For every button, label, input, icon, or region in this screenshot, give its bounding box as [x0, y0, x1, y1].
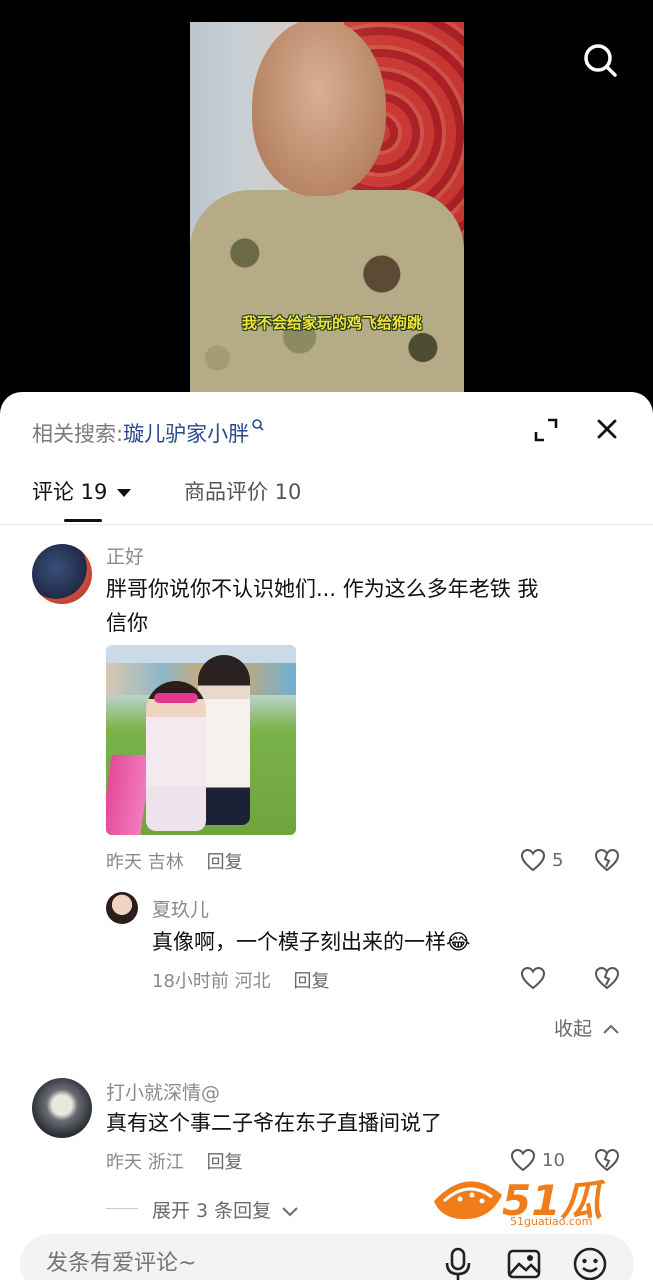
avatar[interactable] — [106, 892, 138, 924]
video-player[interactable]: 我不会给家玩的鸡飞给狗跳 — [0, 0, 653, 420]
related-search-link[interactable]: 璇儿驴家小胖 — [123, 419, 267, 446]
reply-meta: 18小时前 河北 回复 — [152, 971, 330, 992]
chevron-down-icon — [117, 489, 132, 497]
avatar[interactable] — [32, 1078, 92, 1138]
comment-input[interactable] — [44, 1250, 428, 1277]
comment-text: 真有这个事二子爷在东子直播间说了 — [106, 1111, 442, 1135]
comment-meta: 昨天 吉林 回复 — [106, 852, 243, 873]
microphone-icon[interactable] — [440, 1246, 476, 1280]
divider — [0, 524, 653, 525]
tab-product-reviews[interactable]: 商品评价 10 — [184, 476, 301, 506]
comment-meta: 昨天 浙江 回复 — [106, 1152, 243, 1173]
close-icon[interactable] — [592, 414, 622, 444]
related-search-label: 相关搜索: — [32, 422, 124, 446]
avatar[interactable] — [32, 544, 92, 604]
chevron-up-icon — [603, 1024, 619, 1034]
comment-panel: 相关搜索:璇儿驴家小胖 评论 19 商品评价 10 正好 胖哥你说你不认识她们.… — [0, 392, 653, 1280]
comment-text: 胖哥你说你不认识她们... 作为这么多年老铁 我 信你 — [106, 577, 539, 635]
heart-icon — [520, 848, 546, 872]
like-button[interactable]: 5 — [520, 848, 563, 872]
related-search: 相关搜索:璇儿驴家小胖 — [32, 418, 267, 448]
video-person-torso — [190, 190, 464, 392]
laughing-emoji: 😂 — [446, 930, 471, 954]
dislike-icon[interactable] — [594, 966, 620, 990]
tab-comments[interactable]: 评论 19 — [32, 476, 132, 506]
video-caption: 我不会给家玩的鸡飞给狗跳 — [241, 314, 422, 332]
emoji-icon[interactable] — [572, 1246, 608, 1280]
divider — [106, 1208, 138, 1209]
video-frame: 我不会给家玩的鸡飞给狗跳 — [190, 22, 464, 392]
chevron-down-icon — [282, 1207, 298, 1217]
melon-logo-icon — [434, 1181, 502, 1220]
video-person-head — [252, 22, 386, 196]
search-small-icon — [252, 419, 264, 431]
reply-button[interactable]: 回复 — [207, 852, 243, 873]
reply-username[interactable]: 夏玖儿 — [152, 895, 209, 922]
tab-active-indicator — [64, 519, 102, 522]
dislike-icon[interactable] — [594, 848, 620, 872]
reply-button[interactable]: 回复 — [207, 1152, 243, 1173]
heart-icon — [520, 966, 546, 990]
comment-username[interactable]: 正好 — [106, 542, 144, 569]
comment-username[interactable]: 打小就深情@ — [106, 1078, 220, 1105]
watermark-url: 51guatiao.com — [510, 1215, 593, 1228]
collapse-replies-button[interactable]: 收起 — [554, 1014, 620, 1041]
watermark-logo: 51瓜条 51guatiao.com — [430, 1165, 630, 1280]
image-icon[interactable] — [506, 1246, 542, 1280]
comment-input-bar — [20, 1234, 634, 1280]
reply-button[interactable]: 回复 — [294, 971, 330, 992]
expand-icon[interactable] — [532, 416, 560, 444]
comment-image[interactable] — [106, 645, 296, 835]
search-icon[interactable] — [580, 40, 620, 80]
expand-replies-button[interactable]: 展开 3 条回复 — [152, 1196, 299, 1223]
like-button[interactable] — [520, 966, 546, 990]
reply-text: 真像啊，一个模子刻出来的一样😂 — [152, 930, 471, 954]
